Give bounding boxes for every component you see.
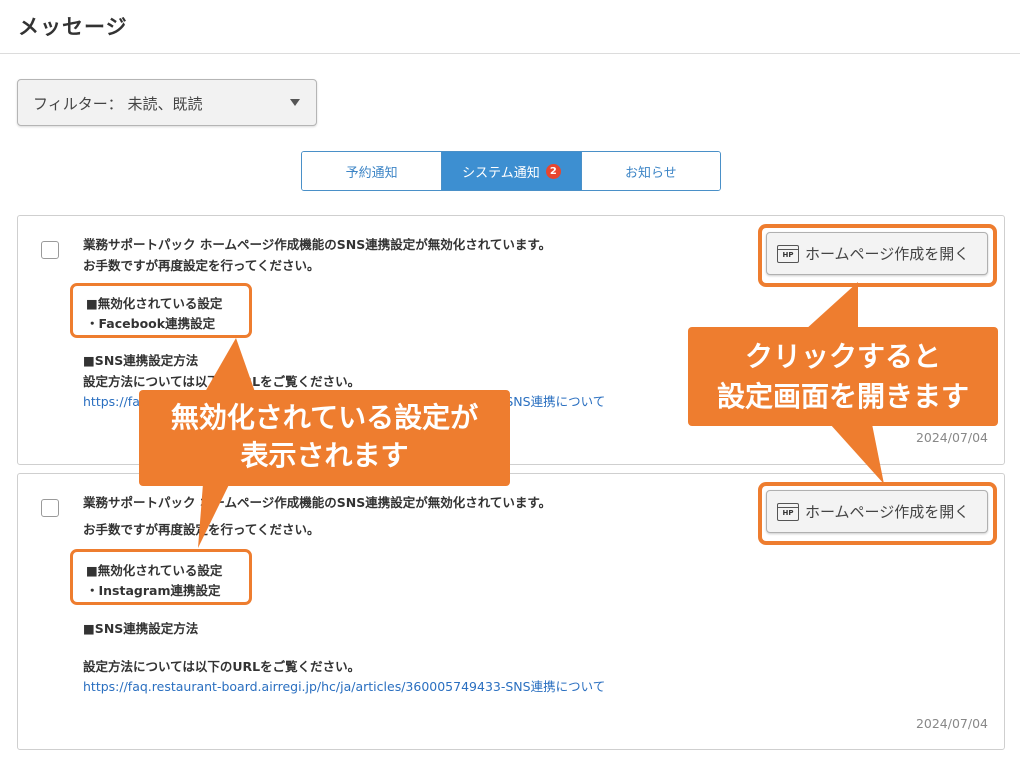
left-callout: 無効化されている設定が 表示されます <box>139 390 510 486</box>
callout-line: クリックすると <box>744 340 941 373</box>
callout-line: 表示されます <box>240 439 409 472</box>
left-callout-pointer-up <box>205 338 255 392</box>
right-callout-pointer-up <box>805 282 858 330</box>
callout-line: 無効化されている設定が <box>170 401 479 434</box>
callout-line: 設定画面を開きます <box>716 380 969 413</box>
right-callout-pointer-down <box>830 424 884 484</box>
right-callout: クリックすると 設定画面を開きます <box>688 327 998 426</box>
